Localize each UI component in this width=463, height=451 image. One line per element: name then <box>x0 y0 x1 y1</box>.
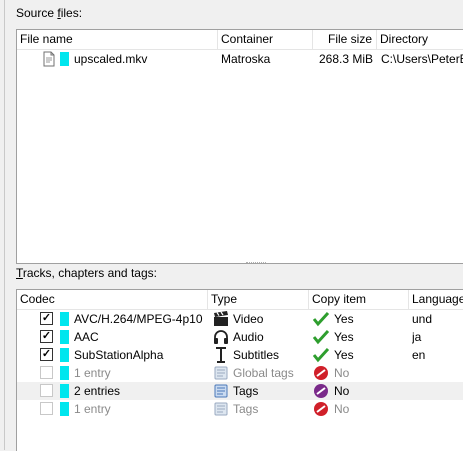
codec-cell: AAC <box>74 330 99 344</box>
track-row[interactable]: ✓ AVC/H.264/MPEG-4p10 Video Yes und <box>17 310 463 328</box>
column-directory[interactable]: Directory <box>377 30 463 49</box>
column-codec[interactable]: Codec <box>17 290 208 309</box>
track-color-swatch <box>60 312 69 326</box>
tags-icon <box>214 402 228 416</box>
green-check-icon <box>313 311 329 327</box>
file-icon <box>43 51 55 67</box>
copy-item-cell: No <box>334 384 350 398</box>
type-cell: Global tags <box>233 366 294 380</box>
codec-cell: 1 entry <box>74 366 111 380</box>
window-left-edge <box>4 0 5 450</box>
track-color-swatch <box>60 330 69 344</box>
copy-item-cell: No <box>334 402 350 416</box>
type-cell: Subtitles <box>233 348 280 362</box>
clapperboard-icon <box>214 311 228 326</box>
tracks-label: Tracks, chapters and tags: <box>16 266 157 280</box>
splitter-grip[interactable] <box>246 262 266 266</box>
column-file-name[interactable]: File name <box>17 30 218 49</box>
language-cell: en <box>412 348 426 362</box>
track-color-swatch <box>60 366 69 380</box>
track-checkbox[interactable] <box>40 366 53 379</box>
tracks-header: Codec Type Copy item Language <box>17 290 463 310</box>
type-cell: Tags <box>233 402 259 416</box>
codec-cell: AVC/H.264/MPEG-4p10 <box>74 312 203 326</box>
copy-item-cell: No <box>334 366 350 380</box>
track-row[interactable]: ✓ SubStationAlpha Subtitles Yes en <box>17 346 463 364</box>
column-language[interactable]: Language <box>409 290 463 309</box>
type-cell: Tags <box>233 384 259 398</box>
file-name-cell: upscaled.mkv <box>74 52 148 66</box>
copy-item-cell: Yes <box>334 348 354 362</box>
track-row[interactable]: 1 entry Global tags No <box>17 364 463 382</box>
column-copy-item[interactable]: Copy item <box>309 290 409 309</box>
track-checkbox[interactable]: ✓ <box>40 330 53 343</box>
language-cell <box>412 382 463 400</box>
global-tags-icon <box>214 366 228 380</box>
headphones-icon <box>214 330 228 344</box>
track-color-swatch <box>60 402 69 416</box>
file-size-cell: 268.3 MiB <box>318 52 373 66</box>
track-color-swatch <box>60 384 69 398</box>
text-cursor-icon <box>216 347 226 363</box>
directory-cell: C:\Users\PeterE <box>381 52 463 66</box>
column-type[interactable]: Type <box>208 290 309 309</box>
copy-item-cell: Yes <box>334 330 354 344</box>
column-file-size[interactable]: File size <box>313 30 377 49</box>
track-row[interactable]: ✓ AAC Audio Yes ja <box>17 328 463 346</box>
purple-no-icon <box>314 384 328 398</box>
source-files-list[interactable]: File name Container File size Directory … <box>16 29 463 264</box>
column-container[interactable]: Container <box>218 30 313 49</box>
track-checkbox[interactable]: ✓ <box>40 312 53 325</box>
track-color-swatch <box>60 348 69 362</box>
container-cell: Matroska <box>221 52 271 66</box>
track-row[interactable]: 2 entries Tags No <box>17 382 463 400</box>
track-checkbox[interactable]: ✓ <box>40 348 53 361</box>
tracks-list[interactable]: Codec Type Copy item Language ✓ AVC/H.26… <box>16 289 463 451</box>
codec-cell: 1 entry <box>74 402 111 416</box>
track-row[interactable]: 1 entry Tags No <box>17 400 463 418</box>
language-cell: ja <box>412 330 422 344</box>
copy-item-cell: Yes <box>334 312 354 326</box>
source-files-header: File name Container File size Directory <box>17 30 463 50</box>
track-checkbox[interactable] <box>40 402 53 415</box>
language-cell <box>412 364 463 382</box>
green-check-icon <box>313 347 329 363</box>
red-no-icon <box>314 366 328 380</box>
type-cell: Video <box>233 312 264 326</box>
type-cell: Audio <box>233 330 264 344</box>
language-cell: und <box>412 312 433 326</box>
codec-cell: SubStationAlpha <box>74 348 164 362</box>
track-checkbox[interactable] <box>40 384 53 397</box>
tags-icon <box>214 384 228 398</box>
source-files-label: Source files: <box>16 6 83 20</box>
track-color-swatch <box>60 52 69 66</box>
source-file-row[interactable]: upscaled.mkv Matroska 268.3 MiB C:\Users… <box>17 50 463 68</box>
red-no-icon <box>314 402 328 416</box>
codec-cell: 2 entries <box>74 384 121 398</box>
language-cell <box>412 400 463 418</box>
green-check-icon <box>313 329 329 345</box>
